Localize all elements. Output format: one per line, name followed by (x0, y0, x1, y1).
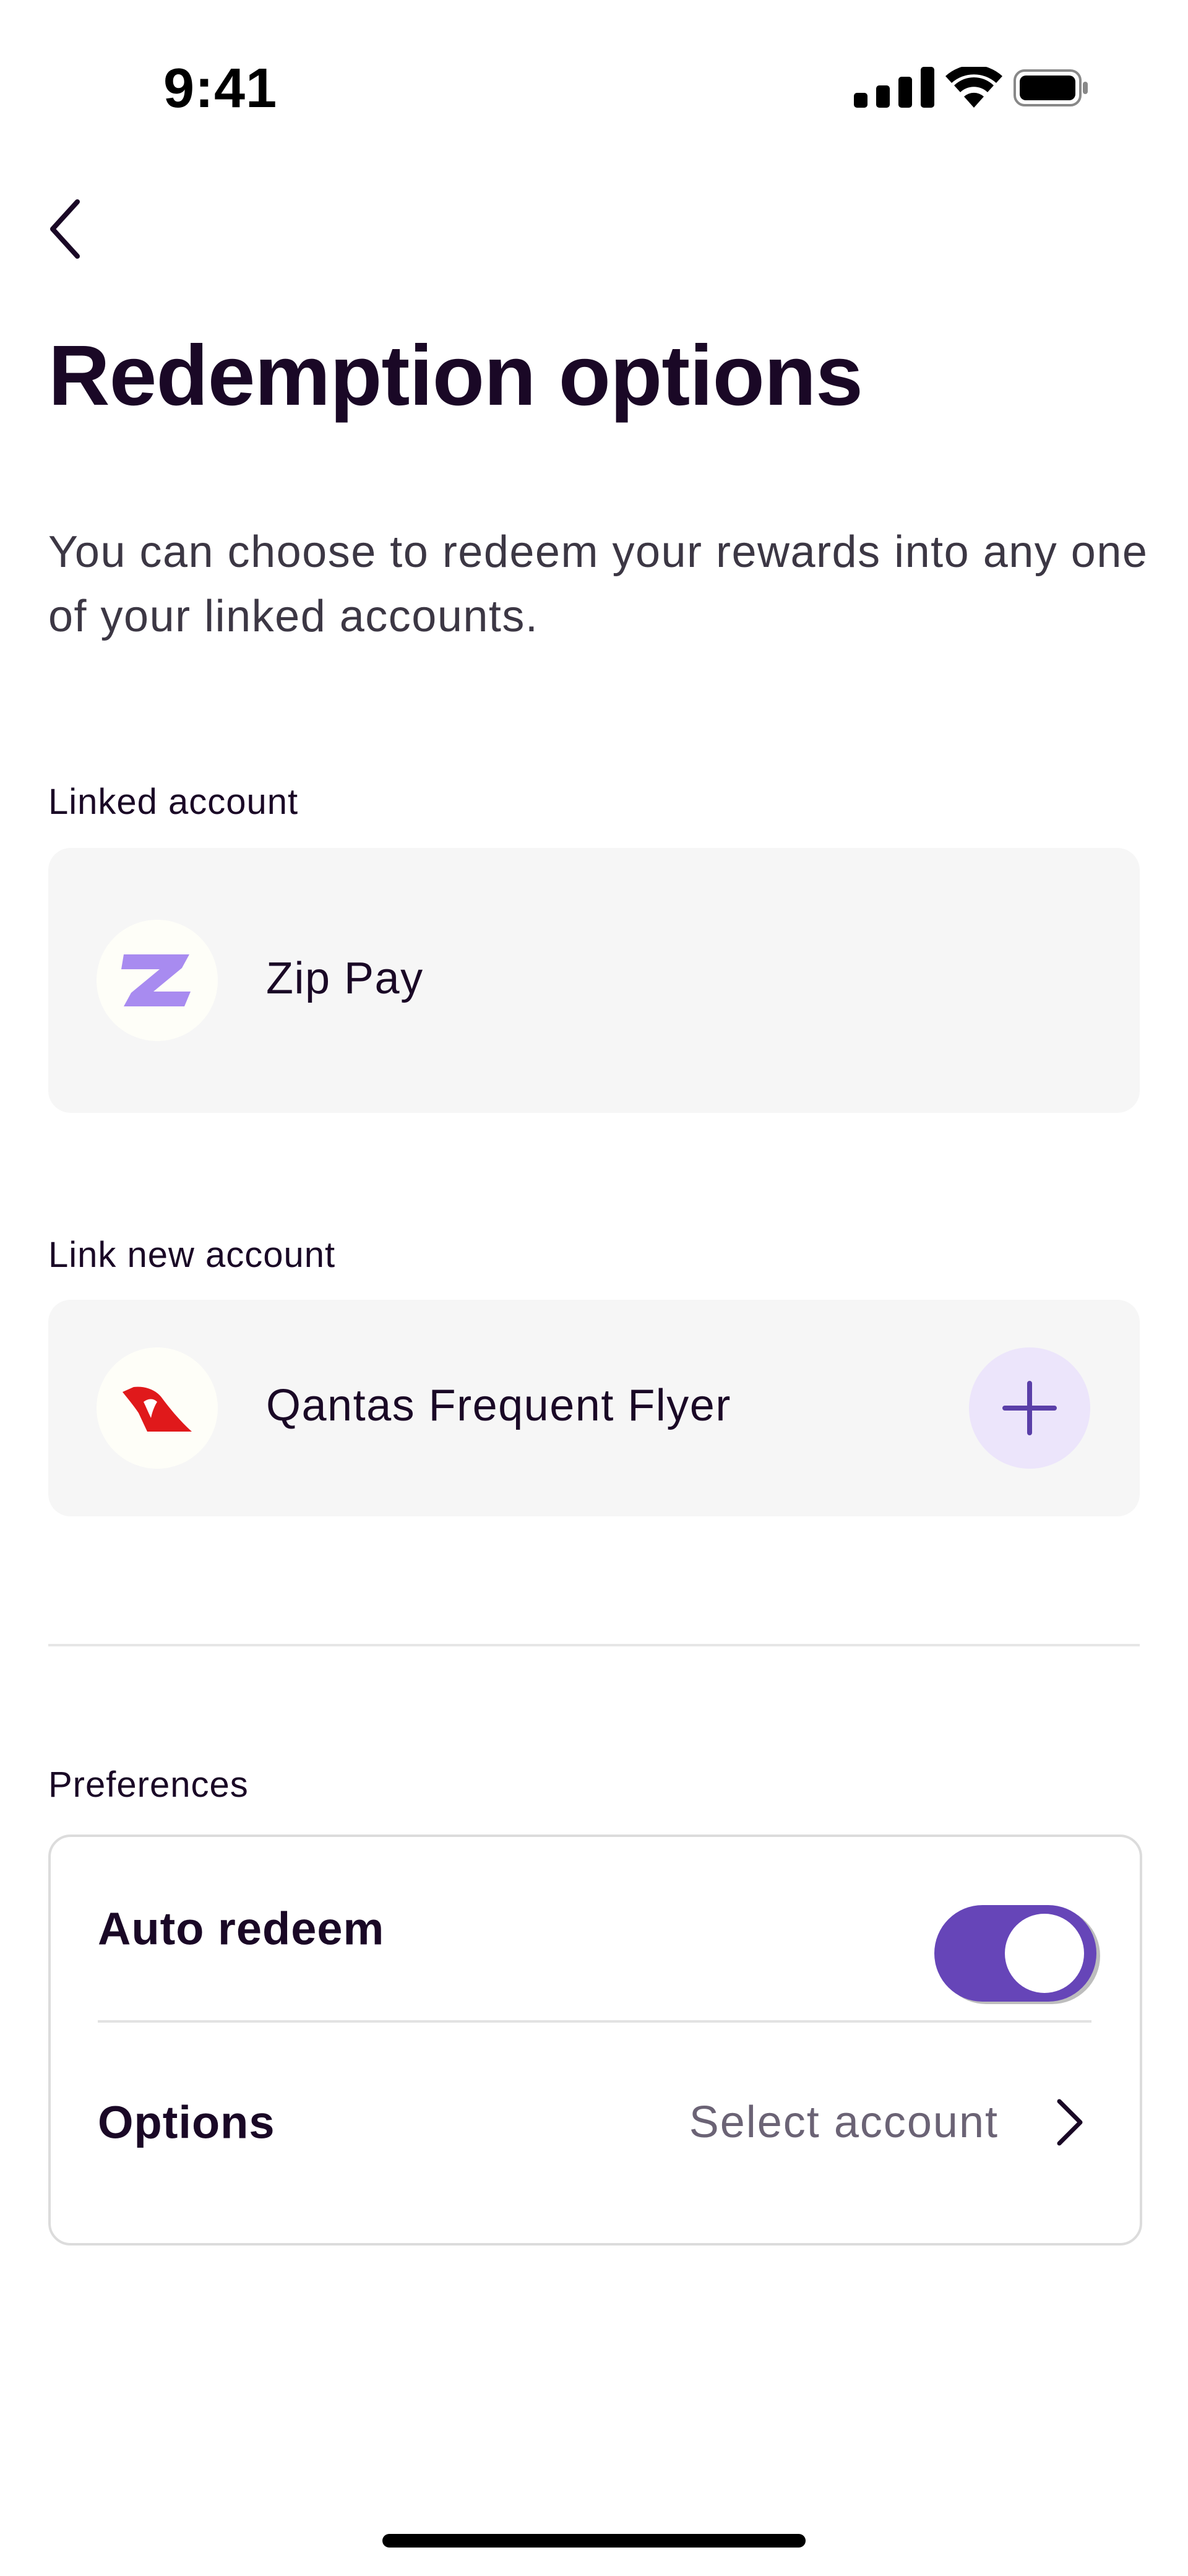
options-row[interactable]: Options Select account (98, 2023, 1091, 2222)
status-icons (854, 67, 1089, 110)
chevron-left-icon (50, 199, 80, 259)
wifi-icon (945, 67, 1002, 108)
linked-account-card[interactable]: Zip Pay (48, 848, 1140, 1113)
section-divider (48, 1644, 1140, 1646)
redemption-options-screen: 9:41 Redemption options You can choose t… (0, 0, 1188, 2576)
linked-account-label: Linked account (48, 782, 299, 822)
linked-account-name: Zip Pay (266, 954, 424, 1003)
chevron-right-icon (1057, 2099, 1083, 2146)
home-indicator (382, 2534, 806, 2548)
options-label: Options (98, 2096, 275, 2148)
auto-redeem-label: Auto redeem (98, 1903, 385, 1955)
description-text: You can choose to redeem your rewards in… (48, 527, 1148, 641)
auto-redeem-row: Auto redeem (98, 1837, 1096, 2023)
plus-icon (1002, 1381, 1057, 1435)
signal-icon (854, 67, 934, 108)
qantas-logo-icon (123, 1386, 192, 1432)
toggle-knob (1005, 1914, 1084, 1993)
add-account-button[interactable] (969, 1347, 1090, 1469)
zip-logo (97, 920, 218, 1041)
back-button[interactable] (37, 192, 93, 266)
battery-icon (1014, 69, 1088, 106)
preferences-card: Auto redeem Options Select account (48, 1835, 1142, 2245)
qantas-account-card[interactable]: Qantas Frequent Flyer (48, 1300, 1140, 1516)
status-time: 9:41 (163, 58, 278, 119)
zip-logo-icon (121, 954, 191, 1006)
qantas-logo (97, 1347, 218, 1469)
link-new-account-label: Link new account (48, 1235, 336, 1275)
preferences-label: Preferences (48, 1765, 249, 1805)
qantas-account-name: Qantas Frequent Flyer (266, 1381, 731, 1430)
options-value: Select account (689, 2098, 999, 2147)
auto-redeem-toggle[interactable] (934, 1905, 1096, 2002)
page-title: Redemption options (48, 328, 863, 423)
